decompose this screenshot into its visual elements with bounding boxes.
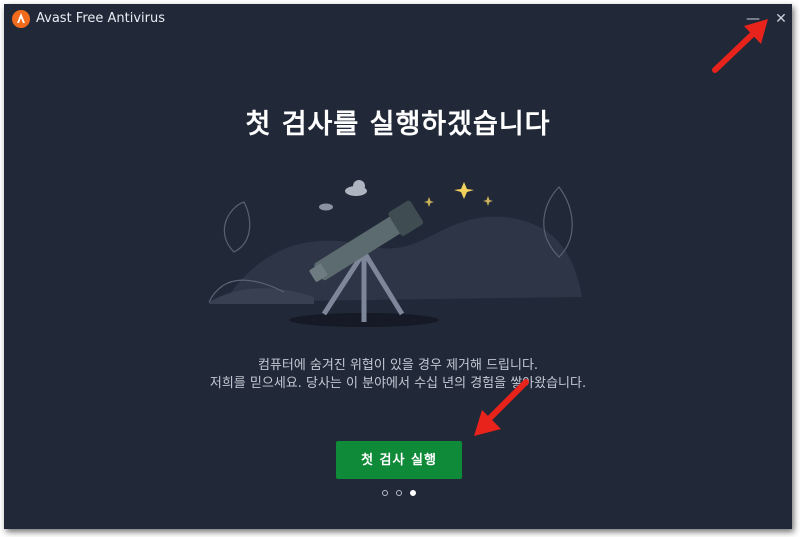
telescope-illustration [204, 172, 594, 336]
pagination-dot[interactable] [382, 490, 388, 496]
app-title: Avast Free Antivirus [36, 11, 166, 26]
pagination-dot[interactable] [396, 490, 402, 496]
pagination-dot-active[interactable] [410, 490, 416, 496]
annotation-arrow [474, 379, 529, 436]
app-window: Avast Free Antivirus — ✕ 첫 검사를 실행하겠습니다 컴… [4, 4, 792, 529]
pagination-dots [382, 490, 422, 500]
annotation-arrow [712, 19, 768, 73]
avast-logo-icon [12, 10, 30, 28]
title-bar: Avast Free Antivirus — ✕ [4, 4, 792, 34]
description-line-2: 저희를 믿으세요. 당사는 이 분야에서 수십 년의 경험을 쌓아왔습니다. [209, 376, 587, 391]
page-title: 첫 검사를 실행하겠습니다 [245, 109, 551, 140]
cloud-icon [345, 180, 367, 196]
run-first-scan-button[interactable]: 첫 검사 실행 [336, 441, 462, 479]
description-line-1: 컴퓨터에 숨겨진 위협이 있을 경우 제거해 드립니다. [257, 358, 539, 373]
